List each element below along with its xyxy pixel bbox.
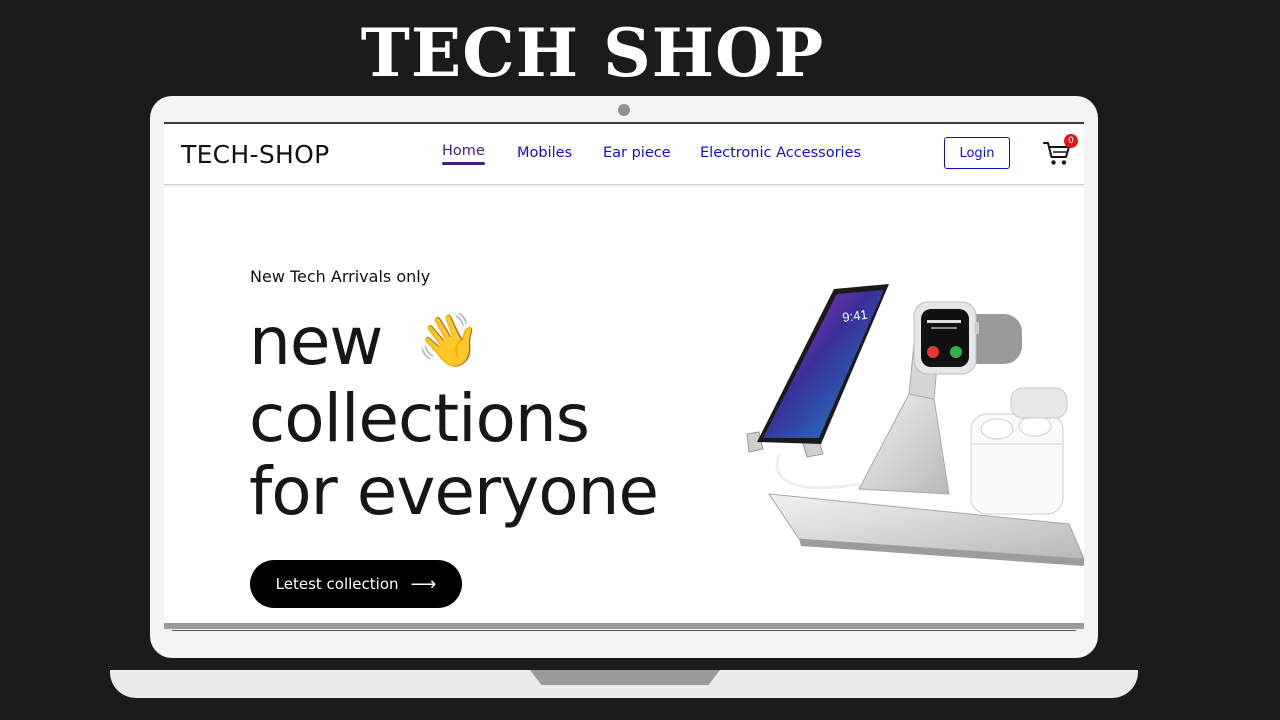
screen-bottom-bar bbox=[164, 623, 1084, 629]
website-screen: TECH-SHOP Home Mobiles Ear piece Electro… bbox=[164, 122, 1084, 629]
lid-divider bbox=[172, 630, 1076, 631]
poster-title: TECH SHOP bbox=[360, 14, 825, 92]
hero-headline-word: new bbox=[249, 303, 383, 380]
nav-link-mobiles[interactable]: Mobiles bbox=[517, 145, 572, 161]
hero-headline-line3: for everyone bbox=[249, 453, 659, 530]
site-logo[interactable]: TECH-SHOP bbox=[181, 140, 329, 169]
hero-headline-line1: new 👋 bbox=[249, 309, 481, 375]
login-button[interactable]: Login bbox=[944, 137, 1010, 169]
earbuds-case-icon bbox=[970, 387, 1068, 515]
nav-link-label: Home bbox=[442, 143, 485, 159]
smartwatch-icon bbox=[913, 301, 1022, 375]
laptop-base bbox=[110, 670, 1138, 698]
navbar: TECH-SHOP Home Mobiles Ear piece Electro… bbox=[164, 124, 1084, 185]
latest-collection-button[interactable]: Letest collection ⟶ bbox=[250, 560, 462, 608]
laptop-notch bbox=[530, 670, 720, 685]
webcam-icon bbox=[618, 104, 630, 116]
cart-count-badge: 0 bbox=[1064, 134, 1078, 148]
cta-label: Letest collection bbox=[275, 575, 399, 593]
arrow-right-icon: ⟶ bbox=[410, 573, 437, 595]
product-image: 9:41 bbox=[746, 284, 1084, 566]
nav-link-ear-piece[interactable]: Ear piece bbox=[603, 145, 671, 161]
smartphone-icon: 9:41 bbox=[757, 284, 889, 444]
waving-hand-icon: 👋 bbox=[416, 311, 481, 371]
cart-button[interactable]: 0 bbox=[1042, 134, 1078, 168]
hero-headline-line2: collections bbox=[249, 380, 590, 457]
nav-link-electronic-accessories[interactable]: Electronic Accessories bbox=[700, 145, 861, 161]
nav-link-home[interactable]: Home bbox=[442, 143, 485, 165]
hero-kicker: New Tech Arrivals only bbox=[250, 267, 431, 286]
active-underline bbox=[442, 162, 485, 165]
laptop-frame: TECH-SHOP Home Mobiles Ear piece Electro… bbox=[150, 96, 1098, 658]
